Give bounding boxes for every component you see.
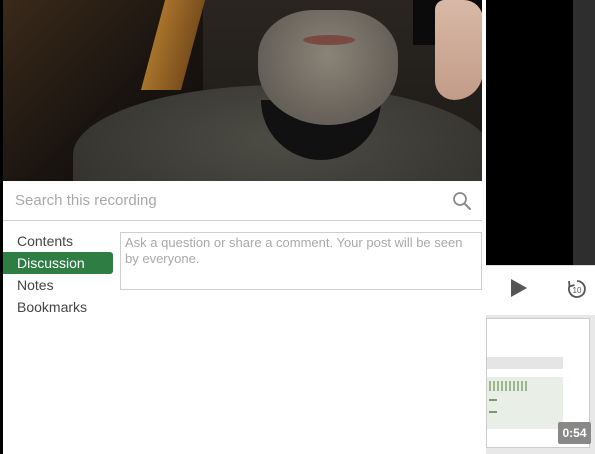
thumbnail-line [489, 399, 497, 401]
rewind-10-icon[interactable]: 10 [566, 278, 588, 300]
search-input[interactable] [3, 181, 443, 220]
search-bar [3, 181, 482, 221]
thumbnail-content [487, 377, 563, 429]
nav-item-discussion[interactable]: Discussion [3, 252, 113, 274]
thumbnail-bar [487, 357, 563, 369]
video-player[interactable] [3, 0, 482, 181]
thumbnail-line [489, 411, 497, 413]
nav-item-bookmarks[interactable]: Bookmarks [3, 296, 113, 318]
rewind-seconds-label: 10 [573, 286, 582, 295]
side-nav: Contents Discussion Notes Bookmarks [3, 230, 113, 318]
video-person-beard [258, 10, 398, 125]
play-icon[interactable] [511, 279, 527, 297]
scrollbar[interactable] [573, 0, 595, 265]
video-person-hand [435, 0, 482, 100]
video-person-mouth [303, 35, 355, 45]
discussion-comment-input[interactable] [120, 232, 482, 290]
thumbnail-time-badge: 0:54 [558, 422, 591, 444]
recording-panel: Contents Discussion Notes Bookmarks [3, 0, 486, 454]
nav-item-notes[interactable]: Notes [3, 274, 113, 296]
thumbnail-dots [489, 381, 529, 391]
nav-item-contents[interactable]: Contents [3, 230, 113, 252]
search-icon[interactable] [452, 191, 472, 211]
